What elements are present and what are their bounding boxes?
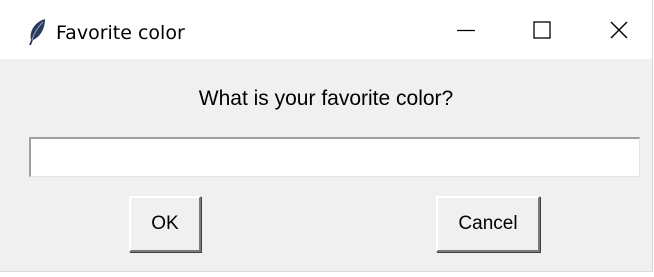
ok-button[interactable]: OK (129, 196, 201, 252)
close-icon (610, 21, 628, 43)
feather-icon (26, 18, 48, 46)
maximize-button[interactable] (506, 10, 578, 54)
color-entry-field[interactable] (29, 137, 640, 177)
minimize-button[interactable] (430, 10, 502, 54)
cancel-button[interactable]: Cancel (436, 196, 540, 252)
close-button[interactable] (583, 10, 654, 54)
maximize-icon (533, 21, 551, 43)
title-bar[interactable]: Favorite color (0, 0, 652, 59)
prompt-label: What is your favorite color? (198, 87, 454, 110)
window-title: Favorite color (56, 22, 185, 44)
minimize-icon (457, 21, 475, 43)
dialog-window: Favorite color What is your favorite col… (0, 0, 653, 272)
